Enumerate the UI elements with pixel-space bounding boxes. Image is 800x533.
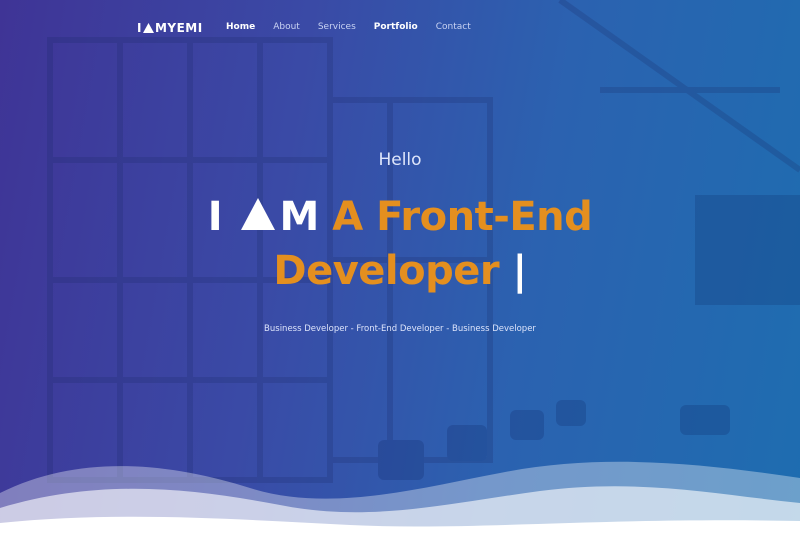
headline-role-part-1: A Front-End [332,194,593,240]
nav-item-home[interactable]: Home [226,22,255,32]
headline-role-part-2: Developer [273,248,500,294]
hero-headline: I M A Front-End Developer | [0,190,800,298]
top-navigation: I MYEMI Home About Services Portfolio Co… [0,0,800,58]
nav-menu: Home About Services Portfolio Contact [226,22,489,32]
hero-section: I MYEMI Home About Services Portfolio Co… [0,0,800,533]
nav-item-about[interactable]: About [273,22,300,32]
headline-line-2: Developer | [0,244,800,298]
nav-item-contact[interactable]: Contact [436,22,471,32]
hero-greeting: Hello [378,150,422,170]
nav-item-services[interactable]: Services [318,22,356,32]
logo-text-left: I [137,21,142,35]
triangle-logo-icon [142,23,154,33]
hero-subtitle: Business Developer - Front-End Developer… [264,324,536,334]
nav-item-portfolio[interactable]: Portfolio [374,22,418,32]
headline-i: I [207,194,223,240]
wave-decoration [0,461,800,533]
triangle-a-icon [240,198,275,230]
headline-m: M [279,194,320,240]
typing-cursor: | [512,248,528,294]
logo-text-right: MYEMI [154,21,203,35]
site-logo[interactable]: I MYEMI [137,21,203,35]
headline-line-1: I M A Front-End [0,190,800,244]
